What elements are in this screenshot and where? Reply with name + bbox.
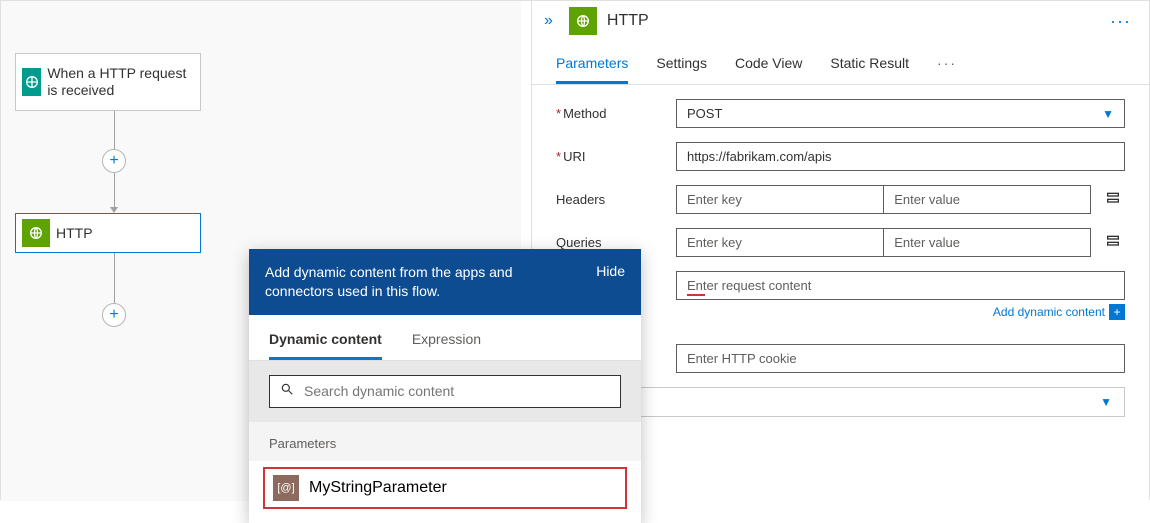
dynamic-content-popup: Add dynamic content from the apps and co…: [249, 249, 641, 523]
tab-settings[interactable]: Settings: [656, 49, 707, 84]
http-icon: [22, 219, 50, 247]
trigger-node-label: When a HTTP request is received: [47, 65, 200, 99]
queries-label: Queries: [556, 235, 676, 250]
popup-group-parameters: Parameters: [249, 422, 641, 461]
query-value-input[interactable]: [883, 228, 1091, 257]
popup-message: Add dynamic content from the apps and co…: [265, 263, 565, 301]
cursor-indicator: [687, 294, 705, 296]
dynamic-content-item-mystringparameter[interactable]: [@] MyStringParameter: [263, 467, 627, 509]
chevron-down-icon: ▼: [1102, 107, 1114, 121]
body-input[interactable]: Enter request content: [676, 271, 1125, 300]
uri-input[interactable]: [676, 142, 1125, 171]
panel-more-button[interactable]: ···: [1104, 11, 1137, 32]
connector-line: [114, 173, 115, 207]
request-icon: [22, 68, 41, 96]
add-step-button[interactable]: +: [102, 303, 126, 327]
popup-tab-dynamic-content[interactable]: Dynamic content: [269, 327, 382, 360]
chevron-down-icon: ▼: [1100, 395, 1112, 409]
parameter-icon: [@]: [273, 475, 299, 501]
insert-step-button[interactable]: +: [102, 149, 126, 173]
advanced-expand-row[interactable]: ▼: [556, 387, 1125, 417]
parameter-name: MyStringParameter: [309, 479, 447, 497]
cookie-input[interactable]: [676, 344, 1125, 373]
query-key-input[interactable]: [676, 228, 883, 257]
header-key-input[interactable]: [676, 185, 883, 214]
panel-tabs: Parameters Settings Code View Static Res…: [532, 35, 1149, 85]
method-select[interactable]: POST ▼: [676, 99, 1125, 128]
add-dynamic-content-link[interactable]: Add dynamic content +: [676, 304, 1125, 320]
method-value: POST: [687, 106, 722, 121]
tab-more[interactable]: ···: [937, 49, 957, 84]
tab-parameters[interactable]: Parameters: [556, 49, 628, 84]
plus-badge-icon: +: [1109, 304, 1125, 320]
popup-hide-button[interactable]: Hide: [596, 263, 625, 279]
search-dynamic-content-input[interactable]: [269, 375, 621, 408]
body-placeholder: Enter request content: [687, 278, 811, 293]
connector-line: [114, 253, 115, 303]
header-value-input[interactable]: [883, 185, 1091, 214]
connector-line: [114, 111, 115, 149]
method-label: Method: [556, 106, 676, 121]
tab-code-view[interactable]: Code View: [735, 49, 802, 84]
trigger-node[interactable]: When a HTTP request is received: [15, 53, 201, 111]
search-icon: [280, 382, 294, 401]
popup-tab-expression[interactable]: Expression: [412, 327, 481, 360]
headers-mode-toggle-icon[interactable]: [1101, 190, 1125, 209]
queries-mode-toggle-icon[interactable]: [1101, 233, 1125, 252]
http-node[interactable]: HTTP: [15, 213, 201, 253]
uri-label: URI: [556, 149, 676, 164]
headers-label: Headers: [556, 192, 676, 207]
http-icon: [569, 7, 597, 35]
tab-static-result[interactable]: Static Result: [830, 49, 909, 84]
collapse-panel-button[interactable]: »: [538, 12, 559, 30]
http-node-label: HTTP: [56, 225, 93, 241]
panel-title: HTTP: [607, 12, 1104, 30]
